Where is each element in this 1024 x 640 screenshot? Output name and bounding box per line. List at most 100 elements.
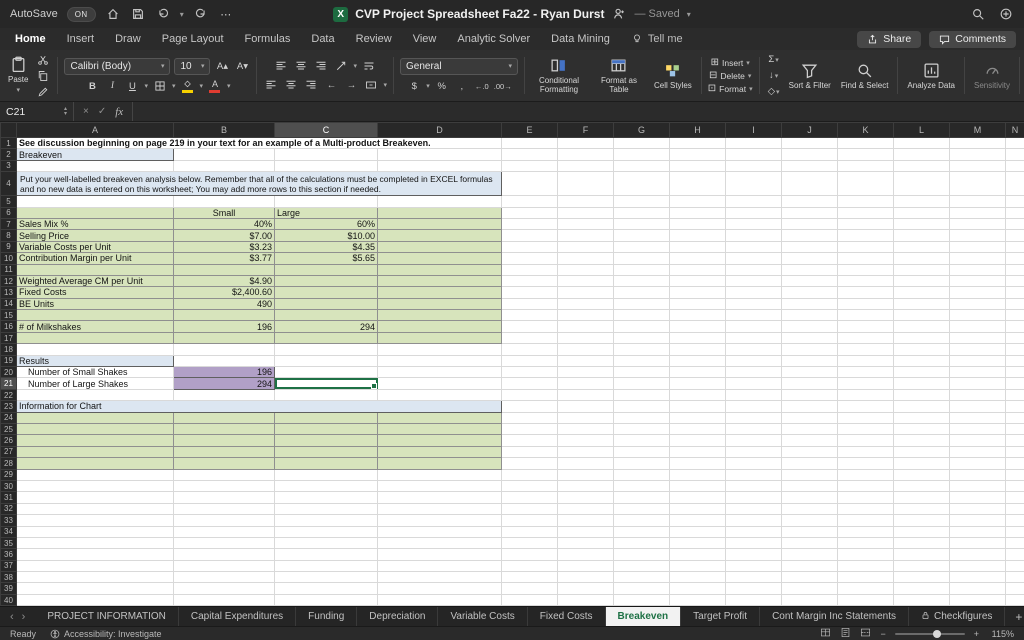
cell-K34[interactable] <box>838 526 894 537</box>
cell-A4[interactable]: Put your well-labelled breakeven analysi… <box>17 172 502 196</box>
cell-I21[interactable] <box>726 378 782 389</box>
cell-F11[interactable] <box>558 264 614 275</box>
cell-M33[interactable] <box>950 515 1006 526</box>
cell-H3[interactable] <box>670 160 726 171</box>
cell-L7[interactable] <box>894 218 950 229</box>
cell-G26[interactable] <box>614 435 670 446</box>
column-header-C[interactable]: C <box>275 123 378 138</box>
cell-H36[interactable] <box>670 549 726 560</box>
fill-color-button[interactable] <box>179 79 195 94</box>
cell-F6[interactable] <box>558 207 614 218</box>
cell-E25[interactable] <box>502 423 558 434</box>
row-header-20[interactable]: 20 <box>1 367 17 378</box>
cell-I28[interactable] <box>726 458 782 469</box>
cell-E5[interactable] <box>502 196 558 207</box>
cell-N23[interactable] <box>1006 401 1024 412</box>
cell-L25[interactable] <box>894 423 950 434</box>
cell-E22[interactable] <box>502 389 558 400</box>
more-commands-icon[interactable]: ⋯ <box>218 6 234 22</box>
cell-C13[interactable] <box>275 287 378 298</box>
cell-J25[interactable] <box>782 423 838 434</box>
cell-K24[interactable] <box>838 412 894 423</box>
cell-J10[interactable] <box>782 253 838 264</box>
cell-H4[interactable] <box>670 172 726 196</box>
cell-G17[interactable] <box>614 332 670 343</box>
row-header-17[interactable]: 17 <box>1 332 17 343</box>
cell-M39[interactable] <box>950 583 1006 594</box>
cell-N7[interactable] <box>1006 218 1024 229</box>
home-icon[interactable] <box>105 6 121 22</box>
cell-L3[interactable] <box>894 160 950 171</box>
cell-A39[interactable] <box>17 583 174 594</box>
cell-H20[interactable] <box>670 367 726 378</box>
cell-B27[interactable] <box>174 446 275 457</box>
cell-D15[interactable] <box>378 310 502 321</box>
cell-F2[interactable] <box>558 149 614 160</box>
cell-G6[interactable] <box>614 207 670 218</box>
cell-I13[interactable] <box>726 287 782 298</box>
borders-caret-icon[interactable]: ▾ <box>172 82 176 90</box>
cell-M13[interactable] <box>950 287 1006 298</box>
cell-H6[interactable] <box>670 207 726 218</box>
cell-E10[interactable] <box>502 253 558 264</box>
cell-A31[interactable] <box>17 492 174 503</box>
cell-G13[interactable] <box>614 287 670 298</box>
cell-H17[interactable] <box>670 332 726 343</box>
cell-N30[interactable] <box>1006 480 1024 491</box>
cell-F8[interactable] <box>558 230 614 241</box>
cell-K26[interactable] <box>838 435 894 446</box>
row-header-9[interactable]: 9 <box>1 241 17 252</box>
row-header-16[interactable]: 16 <box>1 321 17 332</box>
row-header-22[interactable]: 22 <box>1 389 17 400</box>
cell-F5[interactable] <box>558 196 614 207</box>
font-color-button[interactable]: A <box>207 79 223 94</box>
cell-C20[interactable] <box>275 367 378 378</box>
cell-E21[interactable] <box>502 378 558 389</box>
cell-B32[interactable] <box>174 503 275 514</box>
cell-L29[interactable] <box>894 469 950 480</box>
tell-me-button[interactable]: Tell me <box>631 33 683 45</box>
cell-B10[interactable]: $3.77 <box>174 253 275 264</box>
cell-E16[interactable] <box>502 321 558 332</box>
redo-icon[interactable] <box>193 6 209 22</box>
cell-A9[interactable]: Variable Costs per Unit <box>17 241 174 252</box>
row-header-7[interactable]: 7 <box>1 218 17 229</box>
cell-C38[interactable] <box>275 572 378 583</box>
cell-B22[interactable] <box>174 389 275 400</box>
cell-G30[interactable] <box>614 480 670 491</box>
cell-I29[interactable] <box>726 469 782 480</box>
cell-I12[interactable] <box>726 275 782 286</box>
cell-C28[interactable] <box>275 458 378 469</box>
cell-C35[interactable] <box>275 537 378 548</box>
cell-C37[interactable] <box>275 560 378 571</box>
cell-I11[interactable] <box>726 264 782 275</box>
cell-I17[interactable] <box>726 332 782 343</box>
cell-L31[interactable] <box>894 492 950 503</box>
cell-C25[interactable] <box>275 423 378 434</box>
cell-M14[interactable] <box>950 298 1006 309</box>
cell-K30[interactable] <box>838 480 894 491</box>
row-header-40[interactable]: 40 <box>1 594 17 605</box>
cell-C12[interactable] <box>275 275 378 286</box>
cell-D28[interactable] <box>378 458 502 469</box>
cell-B33[interactable] <box>174 515 275 526</box>
cell-F30[interactable] <box>558 480 614 491</box>
cell-A18[interactable] <box>17 344 174 355</box>
cell-L24[interactable] <box>894 412 950 423</box>
cell-E7[interactable] <box>502 218 558 229</box>
cell-F18[interactable] <box>558 344 614 355</box>
cell-F15[interactable] <box>558 310 614 321</box>
cell-M37[interactable] <box>950 560 1006 571</box>
cell-F37[interactable] <box>558 560 614 571</box>
cell-D27[interactable] <box>378 446 502 457</box>
cell-N33[interactable] <box>1006 515 1024 526</box>
cell-J16[interactable] <box>782 321 838 332</box>
cell-K9[interactable] <box>838 241 894 252</box>
cell-D16[interactable] <box>378 321 502 332</box>
cell-G2[interactable] <box>614 149 670 160</box>
cell-D21[interactable] <box>378 378 502 389</box>
cell-A27[interactable] <box>17 446 174 457</box>
cell-J29[interactable] <box>782 469 838 480</box>
cell-J20[interactable] <box>782 367 838 378</box>
cell-L16[interactable] <box>894 321 950 332</box>
